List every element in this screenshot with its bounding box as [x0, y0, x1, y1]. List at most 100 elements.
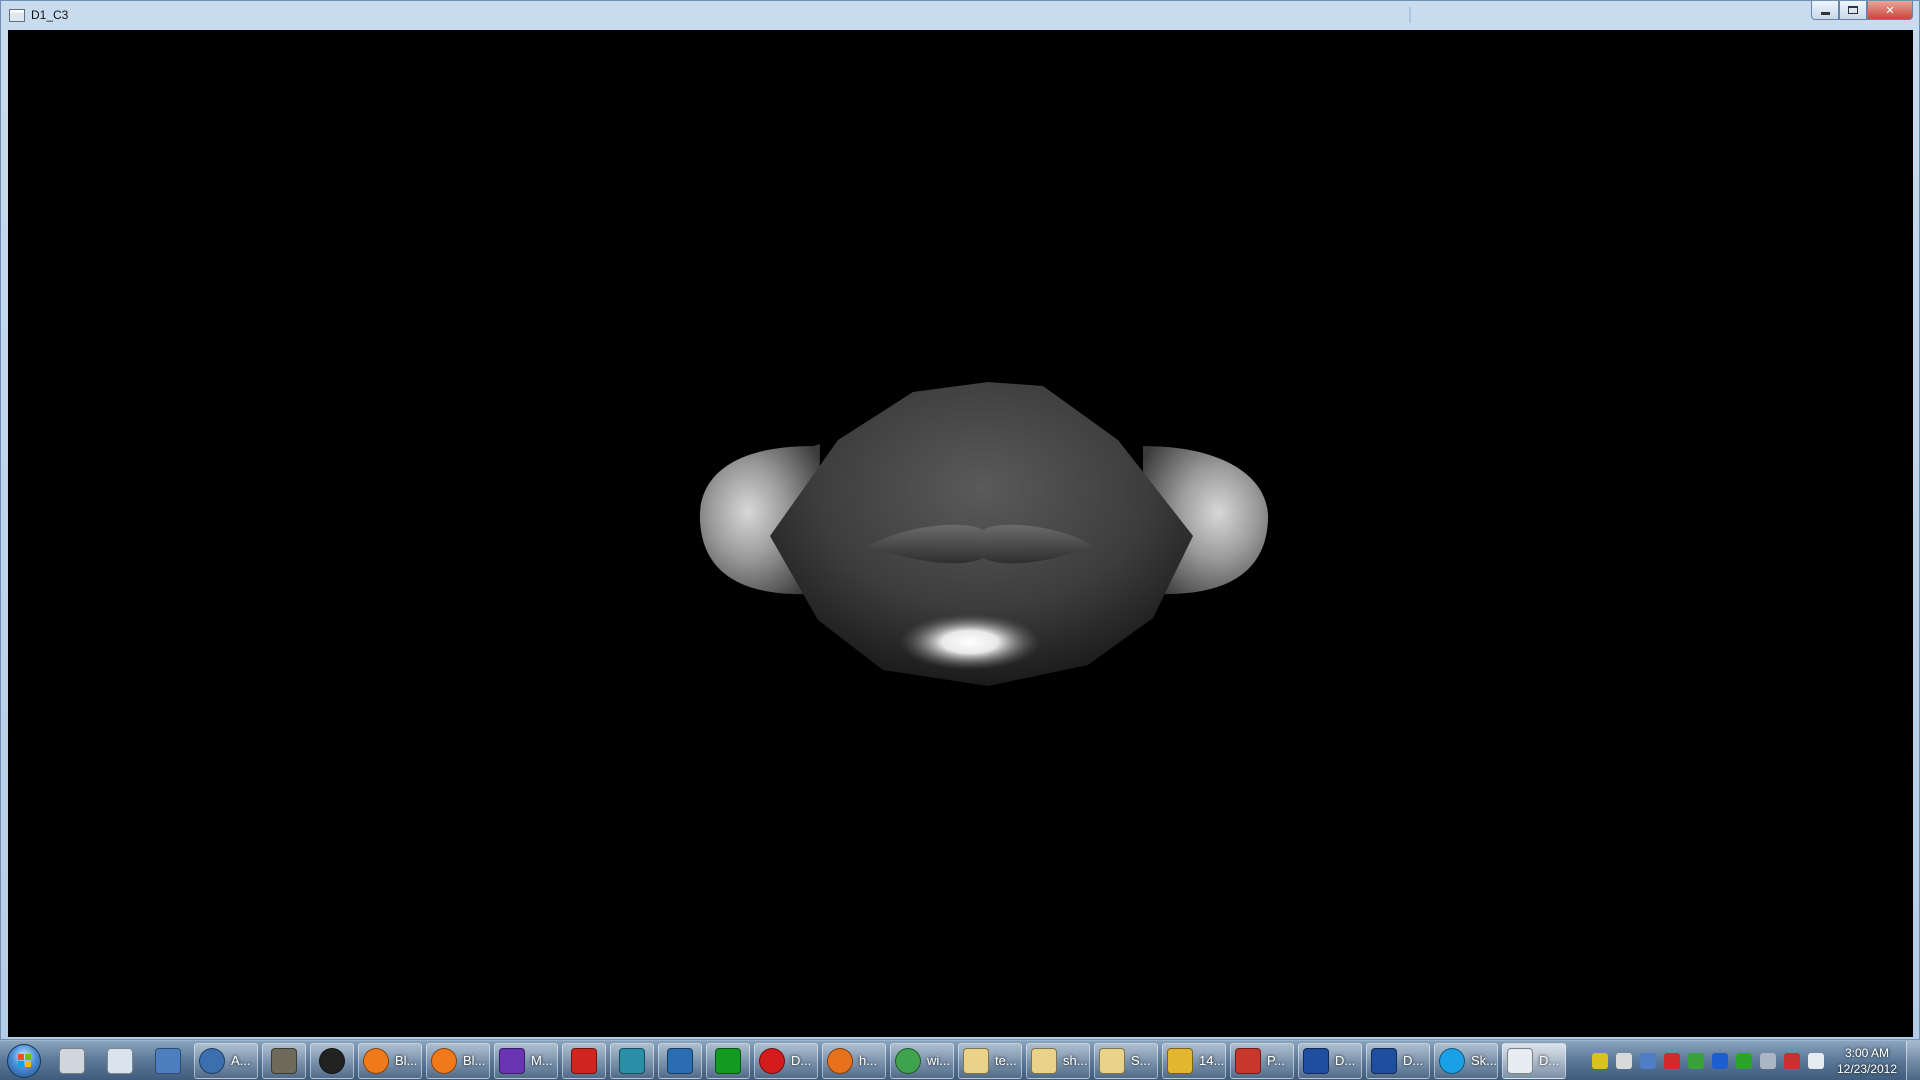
taskbar-button-label: Sk...: [1471, 1053, 1498, 1068]
taskbar-button-label: S...: [1131, 1053, 1151, 1068]
taskbar-button-label: P...: [1267, 1053, 1285, 1068]
folder-icon: [963, 1047, 989, 1074]
taskbar-button-dev-2[interactable]: D...: [1366, 1042, 1430, 1079]
tray-icon-4[interactable]: [1664, 1052, 1680, 1069]
tray-icon-3[interactable]: [1640, 1052, 1656, 1069]
tray-icon-2[interactable]: [1616, 1052, 1632, 1069]
clock-time: 3:00 AM: [1844, 1045, 1890, 1060]
start-button[interactable]: [0, 1041, 48, 1080]
drive-icon: [59, 1047, 85, 1074]
swirl-icon: [319, 1047, 345, 1074]
taskbar-icon-green[interactable]: [706, 1042, 750, 1079]
chrome-icon: [895, 1047, 921, 1074]
taskbar-button-label: M...: [531, 1053, 553, 1068]
lightning-icon: [1167, 1047, 1193, 1074]
taskbar-icon-blue[interactable]: [658, 1042, 702, 1079]
close-button[interactable]: ✕: [1867, 1, 1913, 20]
taskbar-button-firefox[interactable]: h...: [822, 1042, 886, 1079]
taskbar-button-label: Bl...: [463, 1053, 486, 1068]
blender-icon: [431, 1047, 457, 1074]
taskbar-icon-gimp[interactable]: [262, 1042, 306, 1079]
taskbar-button-skype[interactable]: Sk...: [1434, 1042, 1498, 1079]
taskbar-button-chrome[interactable]: wi...: [890, 1042, 954, 1079]
task-buttons: A... Bl... Bl... M... D... h... wi... te... sh..…: [192, 1042, 1568, 1079]
utorrent-icon[interactable]: [1736, 1052, 1752, 1069]
teal-app-icon: [619, 1047, 645, 1074]
clock-date: 12/23/2012: [1836, 1061, 1898, 1076]
media-player-icon: [155, 1047, 181, 1074]
dev-icon: [1371, 1047, 1397, 1074]
calculator-icon: [107, 1047, 133, 1074]
tray-icon-8[interactable]: [1760, 1052, 1776, 1069]
taskbar-button-label: 14...: [1199, 1053, 1225, 1068]
volume-icon[interactable]: [1808, 1052, 1824, 1069]
tray-icon-1[interactable]: [1592, 1052, 1608, 1069]
minimize-button[interactable]: [1811, 1, 1839, 20]
taskbar-button-label: te...: [995, 1053, 1017, 1068]
title-bar[interactable]: D1_C3 ✕: [1, 1, 1919, 29]
taskbar-button-folder-2[interactable]: sh...: [1026, 1042, 1090, 1079]
taskbar-button-d-active[interactable]: D...: [1502, 1042, 1566, 1079]
taskbar-button-label: D...: [1539, 1053, 1560, 1068]
blue-app-icon: [667, 1047, 693, 1074]
quick-launch: [48, 1042, 192, 1080]
taskbar-button-dev-1[interactable]: D...: [1298, 1042, 1362, 1079]
taskbar-button-opera[interactable]: D...: [754, 1042, 818, 1079]
windows-logo-icon: [7, 1043, 41, 1078]
window-title: D1_C3: [31, 8, 69, 22]
close-icon: ✕: [1885, 3, 1895, 17]
folder-icon: [1099, 1047, 1125, 1074]
window-icon: [1507, 1047, 1533, 1074]
taskbar-icon-app[interactable]: [310, 1042, 354, 1079]
minimize-icon: [1820, 11, 1830, 15]
taskbar-button-label: D...: [791, 1053, 812, 1068]
show-desktop-button[interactable]: [1906, 1040, 1920, 1080]
red-app-icon: [571, 1047, 597, 1074]
bluetooth-icon[interactable]: [1712, 1052, 1728, 1069]
santa-icon: [1235, 1047, 1261, 1074]
taskbar-button-blender-2[interactable]: Bl...: [426, 1042, 490, 1079]
tray-icon-5[interactable]: [1688, 1052, 1704, 1069]
title-bar-reflection: [1301, 7, 1411, 23]
app-window: D1_C3 ✕: [0, 0, 1920, 1040]
clock[interactable]: 3:00 AM 12/23/2012: [1828, 1045, 1906, 1077]
window-controls: ✕: [1811, 1, 1913, 20]
taskbar-button-label: wi...: [927, 1053, 951, 1068]
taskbar: A... Bl... Bl... M... D... h... wi... te... sh..…: [0, 1040, 1920, 1080]
system-tray: 3:00 AM 12/23/2012: [1588, 1040, 1920, 1080]
taskbar-button-label: h...: [859, 1053, 878, 1068]
rendered-monkey-head: [699, 382, 1269, 686]
taskbar-button-label: D...: [1403, 1053, 1424, 1068]
window-icon[interactable]: [9, 8, 25, 22]
quick-launch-item[interactable]: [96, 1042, 144, 1080]
taskbar-button-a[interactable]: A...: [194, 1042, 258, 1079]
skype-icon: [1439, 1047, 1465, 1074]
firefox-icon: [827, 1047, 853, 1074]
maximize-button[interactable]: [1839, 1, 1867, 20]
dev-icon: [1303, 1047, 1329, 1074]
green-app-icon: [715, 1047, 741, 1074]
taskbar-button-folder-3[interactable]: S...: [1094, 1042, 1158, 1079]
taskbar-button-label: sh...: [1063, 1053, 1088, 1068]
quick-launch-item[interactable]: [48, 1042, 96, 1080]
taskbar-button-folder-1[interactable]: te...: [958, 1042, 1022, 1079]
quick-launch-item[interactable]: [144, 1042, 192, 1080]
taskbar-button-blender-1[interactable]: Bl...: [358, 1042, 422, 1079]
taskbar-button-label: A...: [231, 1053, 251, 1068]
taskbar-button-label: Bl...: [395, 1053, 418, 1068]
render-viewport[interactable]: [8, 30, 1913, 1037]
maximize-icon: [1848, 6, 1858, 14]
taskbar-button-14[interactable]: 14...: [1162, 1042, 1226, 1079]
star-icon: [499, 1047, 525, 1074]
taskbar-icon-red[interactable]: [562, 1042, 606, 1079]
blender-icon: [363, 1047, 389, 1074]
media-icon: [199, 1047, 225, 1074]
opera-icon: [759, 1047, 785, 1074]
taskbar-button-p[interactable]: P...: [1230, 1042, 1294, 1079]
folder-icon: [1031, 1047, 1057, 1074]
tray-icon-9[interactable]: [1784, 1052, 1800, 1069]
taskbar-button-m[interactable]: M...: [494, 1042, 558, 1079]
taskbar-icon-teal[interactable]: [610, 1042, 654, 1079]
tray-icons: [1588, 1052, 1828, 1069]
taskbar-button-label: D...: [1335, 1053, 1356, 1068]
